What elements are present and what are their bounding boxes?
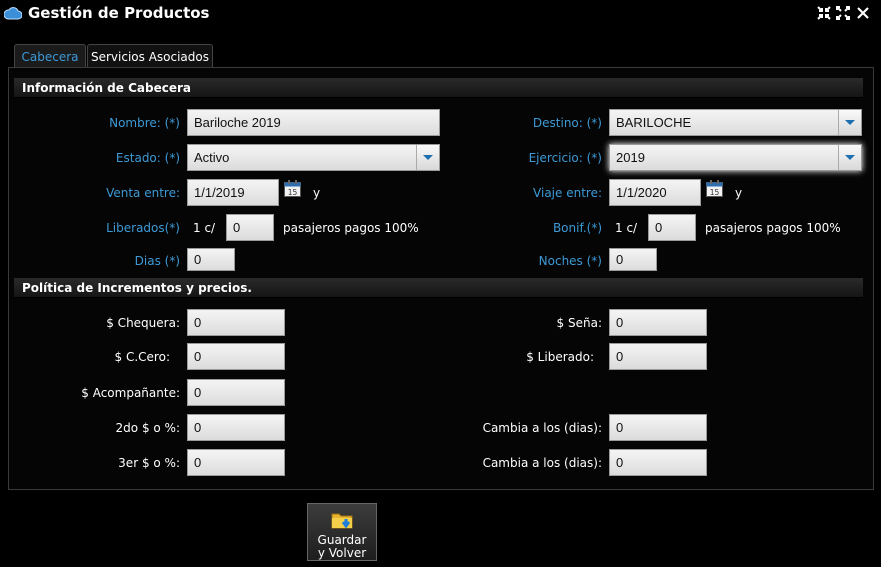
destino-dropdown-button[interactable] [838,110,861,135]
chequera-label: $ Chequera: [106,316,180,330]
calendar-day-text: 15 [710,188,720,197]
chevron-down-icon [845,155,855,160]
section-pricing-policy: Política de Incrementos y precios. [14,278,863,298]
cambia2-label: Cambia a los (dias): [482,456,602,470]
ejercicio-value: 2019 [616,150,645,165]
liberados-label: Liberados(*) [106,221,180,235]
tercero-input[interactable]: 0 [187,449,285,476]
liberados-input[interactable]: 0 [226,214,274,241]
calendar-icon[interactable]: 15 [284,180,301,197]
sena-label: $ Seña: [556,316,602,330]
tab-cabecera[interactable]: Cabecera [14,44,86,68]
restore-icon[interactable] [817,6,831,20]
dias-input[interactable]: 0 [187,248,235,271]
estado-dropdown-button[interactable] [416,145,439,170]
ejercicio-select[interactable]: 2019 [609,144,862,171]
bonif-input[interactable]: 0 [648,214,696,241]
cambia1-input[interactable]: 0 [609,414,707,441]
nombre-label: Nombre: (*) [109,116,180,130]
tab-servicios-asociados[interactable]: Servicios Asociados [87,44,213,68]
chevron-down-icon [845,120,855,125]
save-button-label: Guardar y Volver [317,533,367,560]
calendar-day-text: 15 [288,188,298,197]
sena-input[interactable]: 0 [609,309,707,336]
ccero-input[interactable]: 0 [187,343,285,370]
liberado-label: $ Liberado: [526,350,594,364]
liberados-suffix: pasajeros pagos 100% [283,221,419,235]
viaje-date-input[interactable]: 1/1/2020 [609,179,701,206]
estado-select[interactable]: Activo [187,144,440,171]
venta-date-input[interactable]: 1/1/2019 [187,179,279,206]
close-icon[interactable] [856,6,870,20]
estado-label: Estado: (*) [115,151,180,165]
estado-value: Activo [194,150,230,165]
liberados-prefix: 1 c/ [193,221,216,235]
destino-label: Destino: (*) [532,116,602,130]
save-and-return-button[interactable]: Guardar y Volver [307,503,377,561]
dias-label: Dias (*) [134,254,180,268]
viaje-and-text: y [735,186,743,200]
destino-select[interactable]: BARILOCHE [609,109,862,136]
destino-value: BARILOCHE [616,115,692,130]
bonif-prefix: 1 c/ [615,221,638,235]
acompanante-label: $ Acompañante: [81,386,180,400]
bonif-suffix: pasajeros pagos 100% [705,221,841,235]
maximize-icon[interactable] [836,6,850,20]
nombre-input[interactable]: Bariloche 2019 [187,109,440,136]
folder-download-icon [331,513,353,529]
segundo-input[interactable]: 0 [187,414,285,441]
acompanante-input[interactable]: 0 [187,379,285,406]
cambia2-input[interactable]: 0 [609,449,707,476]
ccero-label: $ C.Cero: [114,350,170,364]
chevron-down-icon [423,155,433,160]
section-header-info: Información de Cabecera [14,78,863,98]
noches-label: Noches (*) [538,254,602,268]
chequera-input[interactable]: 0 [187,309,285,336]
calendar-icon[interactable]: 15 [706,180,723,197]
bonif-label: Bonif.(*) [552,221,602,235]
noches-input[interactable]: 0 [609,248,657,271]
liberado-input[interactable]: 0 [609,343,707,370]
ejercicio-dropdown-button[interactable] [838,145,861,170]
cloud-icon [4,7,22,20]
venta-label: Venta entre: [106,186,180,200]
title-bar: Gestión de Productos [0,0,881,28]
ejercicio-label: Ejercicio: (*) [528,151,602,165]
tercero-label: 3er $ o %: [118,456,180,470]
cambia1-label: Cambia a los (dias): [482,421,602,435]
viaje-label: Viaje entre: [533,186,602,200]
venta-and-text: y [313,186,321,200]
segundo-label: 2do $ o %: [115,421,180,435]
window-title: Gestión de Productos [28,4,210,22]
